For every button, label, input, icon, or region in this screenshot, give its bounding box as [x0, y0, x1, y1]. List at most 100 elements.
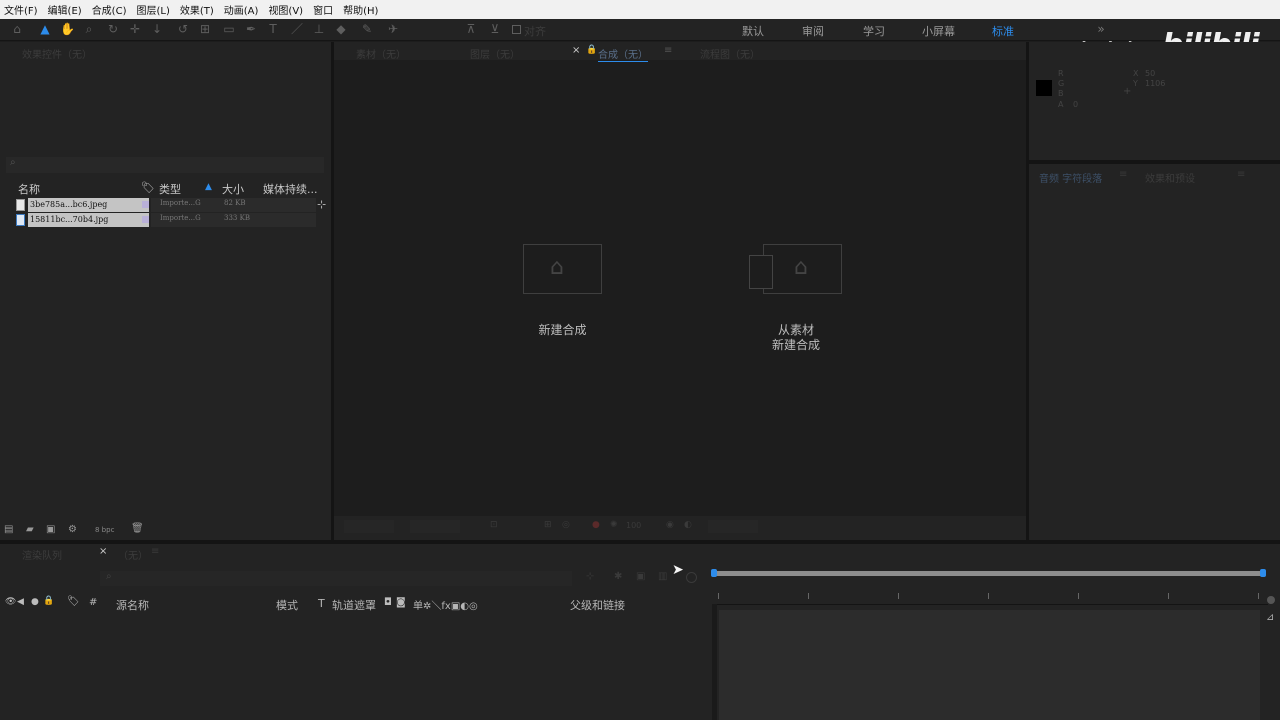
video-visibility-icon[interactable]: 👁 [5, 597, 16, 607]
workspace-default[interactable]: 默认 [742, 23, 764, 39]
label-color-swatch[interactable] [142, 201, 149, 208]
column-name[interactable]: 名称 [18, 181, 40, 197]
render-queue-tab[interactable]: 渲染队列 [22, 547, 62, 562]
label-tag-icon[interactable]: 🏷 [141, 181, 155, 194]
axis-icon[interactable]: ⊻ [488, 22, 502, 36]
graph-editor-icon[interactable]: ⊿ [1266, 612, 1274, 623]
timeline-track-area[interactable] [719, 610, 1260, 720]
snapshot-icon[interactable]: ◉ [666, 520, 674, 530]
lock-icon[interactable]: 🔒 [586, 45, 597, 55]
magnification-dropdown[interactable] [344, 520, 394, 533]
layer-tab[interactable]: 图层（无） [470, 46, 520, 61]
layer-switches-header[interactable]: 单✲＼fx▣◐◎ [413, 597, 478, 612]
menu-file[interactable]: 文件(F) [4, 2, 38, 17]
audio-character-tab[interactable]: 音频 字符段落 [1039, 170, 1102, 185]
effects-control-tab[interactable]: 效果控件（无） [22, 46, 92, 61]
home-icon[interactable]: ⌂ [10, 22, 24, 36]
track-matte-header[interactable]: 轨道遮罩 [332, 597, 376, 613]
region-icon[interactable]: ⊡ [490, 520, 498, 530]
project-settings-icon[interactable]: ⚙ [68, 524, 77, 535]
work-area-start-handle[interactable] [711, 569, 717, 577]
new-composition-label[interactable]: 新建合成 [523, 321, 602, 338]
viewer-canvas[interactable] [334, 60, 1026, 516]
composition-tab[interactable]: 合成（无） [598, 46, 648, 62]
resolution-dropdown[interactable] [410, 520, 460, 533]
column-duration[interactable]: 媒体持续... [263, 181, 318, 197]
frame-blend-icon[interactable]: ▥ [658, 571, 667, 582]
menu-view[interactable]: 视图(V) [268, 2, 303, 17]
label-color-swatch[interactable] [142, 216, 149, 223]
brush-tool-icon[interactable]: ／ [290, 22, 304, 36]
camera-dropdown[interactable] [708, 520, 758, 533]
work-area-bar[interactable] [712, 571, 1266, 576]
project-search-input[interactable]: ⌕ [6, 157, 324, 173]
workspace-small-screen[interactable]: 小屏幕 [922, 23, 955, 39]
anchor-tool-icon[interactable]: ⊞ [198, 22, 212, 36]
menu-animation[interactable]: 动画(A) [224, 2, 259, 17]
new-composition-card[interactable]: ⌂ [523, 244, 602, 294]
dolly-tool-icon[interactable]: ↓ [150, 22, 164, 36]
matte-invert-icon[interactable]: ◙ [396, 597, 406, 608]
project-file-row[interactable]: 3be785a...bc6.jpeg Importe...G 82 KB [14, 198, 316, 212]
label-tag-icon[interactable]: 🏷 [67, 596, 80, 607]
show-snapshot-icon[interactable]: ◐ [684, 520, 692, 530]
footage-tab[interactable]: 素材（无） [356, 46, 406, 61]
bit-depth-label[interactable]: 8 bpc [95, 526, 114, 534]
workspace-standard[interactable]: 标准 [992, 23, 1014, 39]
workspace-learn[interactable]: 学习 [863, 23, 885, 39]
menu-edit[interactable]: 编辑(E) [48, 2, 82, 17]
menu-layer[interactable]: 图层(L) [136, 2, 169, 17]
audio-icon[interactable]: ◀ [17, 597, 24, 607]
roto-tool-icon[interactable]: ✎ [360, 22, 374, 36]
close-tab-icon[interactable]: × [572, 45, 580, 56]
clone-tool-icon[interactable]: ⊥ [312, 22, 326, 36]
grid-icon[interactable]: ⊞ [544, 520, 552, 530]
matte-switch-icon[interactable]: ◘ [384, 597, 392, 608]
new-from-footage-card[interactable]: ⌂ [749, 244, 842, 294]
menu-effect[interactable]: 效果(T) [180, 2, 214, 17]
zoom-value[interactable]: 100 [626, 521, 641, 530]
flowchart-icon[interactable]: ⊹ [317, 198, 326, 211]
draft-3d-icon[interactable]: ✱ [614, 571, 622, 582]
pan-tool-icon[interactable]: ✛ [128, 22, 142, 36]
layer-number-header[interactable]: # [89, 597, 97, 608]
snap-checkbox[interactable] [512, 25, 521, 34]
shy-icon[interactable]: ▣ [636, 571, 645, 582]
menu-help[interactable]: 帮助(H) [343, 2, 378, 17]
pen-tool-icon[interactable]: ✒ [244, 22, 258, 36]
workspace-review[interactable]: 审阅 [802, 23, 824, 39]
new-composition-icon[interactable]: ▣ [46, 524, 55, 535]
mode-header[interactable]: 模式 [276, 597, 298, 613]
menu-composition[interactable]: 合成(C) [92, 2, 127, 17]
timeline-comp-tab[interactable]: （无） [118, 547, 148, 562]
menu-window[interactable]: 窗口 [313, 2, 333, 17]
column-type[interactable]: 类型 [159, 181, 181, 197]
interpret-footage-icon[interactable]: ▤ [4, 524, 13, 535]
panel-menu-icon[interactable]: ≡ [1237, 169, 1245, 180]
column-size[interactable]: 大小 [222, 181, 244, 197]
channel-icon[interactable]: ● [592, 520, 600, 530]
project-file-row[interactable]: 15811bc...70b4.jpg Importe...G 333 KB [14, 213, 316, 227]
rotate-tool-icon[interactable]: ↺ [176, 22, 190, 36]
source-name-header[interactable]: 源名称 [116, 597, 149, 613]
comp-flowchart-icon[interactable]: ⊹ [586, 571, 594, 582]
from-footage-label-line2[interactable]: 新建合成 [756, 336, 836, 353]
tab-menu-icon[interactable]: ≡ [1119, 169, 1127, 180]
text-tool-icon[interactable]: T [266, 22, 280, 36]
zoom-slider-icon[interactable] [1267, 596, 1275, 604]
close-tab-icon[interactable]: × [99, 546, 107, 557]
tab-menu-icon[interactable]: ≡ [151, 546, 159, 557]
new-folder-icon[interactable]: ▰ [26, 524, 34, 535]
eraser-tool-icon[interactable]: ◆ [334, 22, 348, 36]
trash-icon[interactable]: 🗑 [131, 523, 144, 534]
tab-menu-icon[interactable]: ≡ [664, 45, 672, 56]
selection-tool-icon[interactable]: ▲ [38, 22, 52, 36]
work-area-end-handle[interactable] [1260, 569, 1266, 577]
puppet-tool-icon[interactable]: ✈ [386, 22, 400, 36]
preserve-transparency-header[interactable]: T [318, 597, 325, 610]
hand-tool-icon[interactable]: ✋ [60, 22, 75, 36]
timeline-search-input[interactable]: ⌕ [100, 571, 572, 586]
effects-presets-tab[interactable]: 效果和预设 [1145, 170, 1195, 185]
exposure-icon[interactable]: ✺ [610, 520, 618, 530]
parent-link-header[interactable]: 父级和链接 [570, 597, 625, 613]
